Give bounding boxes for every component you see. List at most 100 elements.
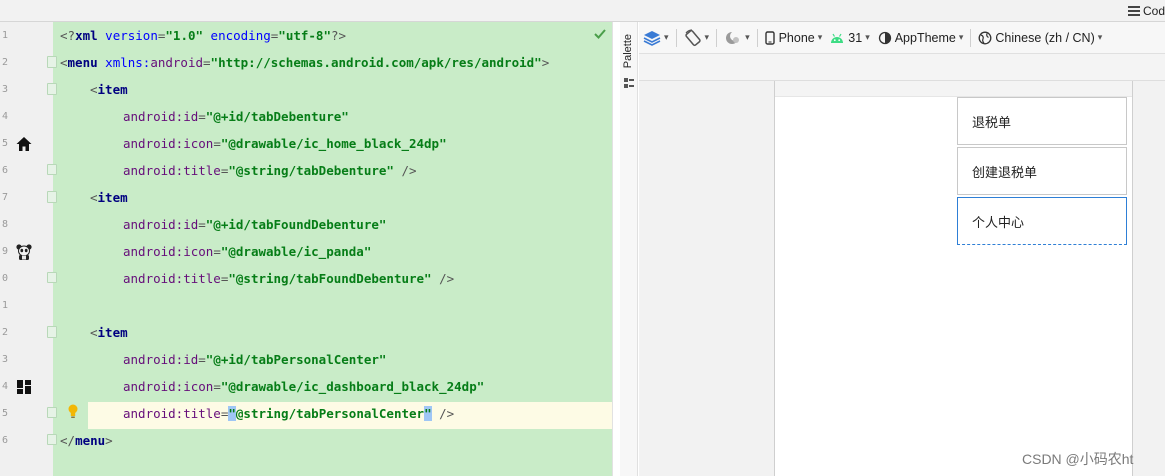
fold-marker[interactable] <box>47 164 57 175</box>
palette-tab[interactable]: Palette <box>620 22 638 476</box>
chevron-down-icon: ▾ <box>1097 32 1103 42</box>
device-label: Phone <box>778 30 815 45</box>
locale-selector[interactable]: Chinese (zh / CN) ▾ <box>974 27 1106 49</box>
line-number: 4 <box>2 111 9 122</box>
panel-divider[interactable] <box>612 22 620 476</box>
fold-marker[interactable] <box>47 191 57 203</box>
line-number: 8 <box>2 219 9 230</box>
code-line[interactable]: 2 <menu xmlns:android="http://schemas.an… <box>0 49 612 76</box>
code-line[interactable]: 0 android:title="@string/tabFoundDebentu… <box>0 265 612 292</box>
line-number: 5 <box>2 408 9 419</box>
code-line[interactable]: 9 android:icon="@drawable/ic_panda" <box>0 238 612 265</box>
code-text: android:icon="@drawable/ic_dashboard_bla… <box>123 379 485 394</box>
watermark: CSDN @小码农ht <box>1022 451 1134 467</box>
fold-marker[interactable] <box>47 326 57 338</box>
panda-icon[interactable] <box>15 243 33 261</box>
code-text: android:title="@string/tabPersonalCenter… <box>123 406 455 421</box>
code-line[interactable]: 3 android:id="@+id/tabPersonalCenter" <box>0 346 612 373</box>
code-line[interactable]: 7 <item <box>0 184 612 211</box>
code-text: android:icon="@drawable/ic_home_black_24… <box>123 136 447 151</box>
code-text: android:icon="@drawable/ic_panda" <box>123 244 372 259</box>
fold-marker[interactable] <box>47 83 57 95</box>
line-number: 6 <box>2 165 9 176</box>
theme-icon <box>878 31 891 44</box>
dashboard-icon[interactable] <box>15 378 33 396</box>
line-number: 5 <box>2 138 9 149</box>
api-level-label: 31 <box>848 30 863 45</box>
code-line-current[interactable]: 5 android:title="@string/tabPersonalCent… <box>0 400 612 427</box>
chevron-down-icon: ▾ <box>664 32 669 42</box>
code-text: android:title="@string/tabFoundDebenture… <box>123 271 455 286</box>
theme-selector[interactable]: AppTheme ▾ <box>874 27 968 49</box>
fold-marker[interactable] <box>47 434 57 445</box>
home-icon[interactable] <box>15 135 33 153</box>
layers-button[interactable]: ▾ <box>639 27 673 49</box>
theme-label: AppTheme <box>894 30 956 45</box>
design-subtoolbar <box>639 54 1165 81</box>
code-text: <item <box>90 325 128 340</box>
chevron-down-icon: ▾ <box>958 32 964 42</box>
xml-editor[interactable]: 1 <?xml version="1.0" encoding="utf-8"?>… <box>0 22 612 476</box>
preview-menu-item[interactable]: 退税单 <box>957 97 1127 145</box>
code-view-button[interactable]: Cod <box>1127 2 1165 20</box>
orientation-button[interactable]: ▾ <box>680 27 714 49</box>
code-line[interactable]: 8 android:id="@+id/tabFoundDebenture" <box>0 211 612 238</box>
menu-item-title: 创建退税单 <box>972 165 1038 181</box>
code-text: </menu> <box>60 433 113 448</box>
status-bar <box>775 81 1132 97</box>
design-toolbar: ▾ ▾ ▾ Phone ▾ 31 ▾ AppTheme ▾ Chinese (z… <box>639 22 1165 54</box>
line-number: 6 <box>2 435 9 446</box>
code-line[interactable]: 6 </menu> <box>0 427 612 454</box>
phone-icon <box>764 30 775 45</box>
toolbar-separator <box>970 28 972 47</box>
code-line[interactable]: 2 <item <box>0 319 612 346</box>
menu-item-title: 退税单 <box>972 115 1012 131</box>
code-line[interactable]: 6 android:title="@string/tabDebenture" /… <box>0 157 612 184</box>
chevron-down-icon: ▾ <box>865 32 870 42</box>
code-text: android:id="@+id/tabPersonalCenter" <box>123 352 387 367</box>
code-text: <item <box>90 190 128 205</box>
night-mode-button[interactable]: ▾ <box>720 27 754 49</box>
lightbulb-icon[interactable] <box>67 403 79 419</box>
code-line[interactable]: 3 <item <box>0 76 612 103</box>
palette-icon <box>624 78 634 88</box>
night-mode-icon <box>726 30 741 44</box>
code-text: android:title="@string/tabDebenture" /> <box>123 163 417 178</box>
device-selector[interactable]: Phone ▾ <box>761 27 827 49</box>
line-number: 3 <box>2 84 9 95</box>
line-number: 1 <box>2 30 9 41</box>
fold-marker[interactable] <box>47 407 57 418</box>
line-number: 7 <box>2 192 9 203</box>
toolbar-separator <box>675 28 677 47</box>
rotate-device-icon <box>684 28 701 46</box>
android-icon <box>831 33 844 43</box>
code-line[interactable]: 1 <box>0 292 612 319</box>
line-number: 0 <box>2 273 9 284</box>
code-text: android:id="@+id/tabDebenture" <box>123 109 349 124</box>
menu-lines-icon <box>1127 6 1140 16</box>
layers-icon <box>643 30 661 46</box>
chevron-down-icon: ▾ <box>745 32 750 42</box>
fold-marker[interactable] <box>47 272 57 283</box>
menu-item-title: 个人中心 <box>972 215 1025 231</box>
line-number: 2 <box>2 57 9 68</box>
line-number: 9 <box>2 246 9 257</box>
line-number: 1 <box>2 300 9 311</box>
api-level-selector[interactable]: 31 ▾ <box>826 27 873 49</box>
fold-marker[interactable] <box>47 56 57 68</box>
line-number: 2 <box>2 327 9 338</box>
line-number: 4 <box>2 381 9 392</box>
code-view-label: Cod <box>1142 4 1165 18</box>
preview-menu-item[interactable]: 创建退税单 <box>957 147 1127 195</box>
code-text: <?xml version="1.0" encoding="utf-8"?> <box>60 28 347 43</box>
code-text: <item <box>90 82 128 97</box>
code-line[interactable]: 4 android:id="@+id/tabDebenture" <box>0 103 612 130</box>
code-line[interactable]: 4 android:icon="@drawable/ic_dashboard_b… <box>0 373 612 400</box>
code-line[interactable]: 1 <?xml version="1.0" encoding="utf-8"?> <box>0 22 612 49</box>
code-text: <menu xmlns:android="http://schemas.andr… <box>60 55 550 70</box>
preview-menu-item-selected[interactable]: 个人中心 <box>957 197 1127 245</box>
code-line[interactable]: 5 android:icon="@drawable/ic_home_black_… <box>0 130 612 157</box>
palette-label: Palette <box>622 34 634 69</box>
code-text: android:id="@+id/tabFoundDebenture" <box>123 217 387 232</box>
top-toolbar: Cod <box>0 0 1165 22</box>
